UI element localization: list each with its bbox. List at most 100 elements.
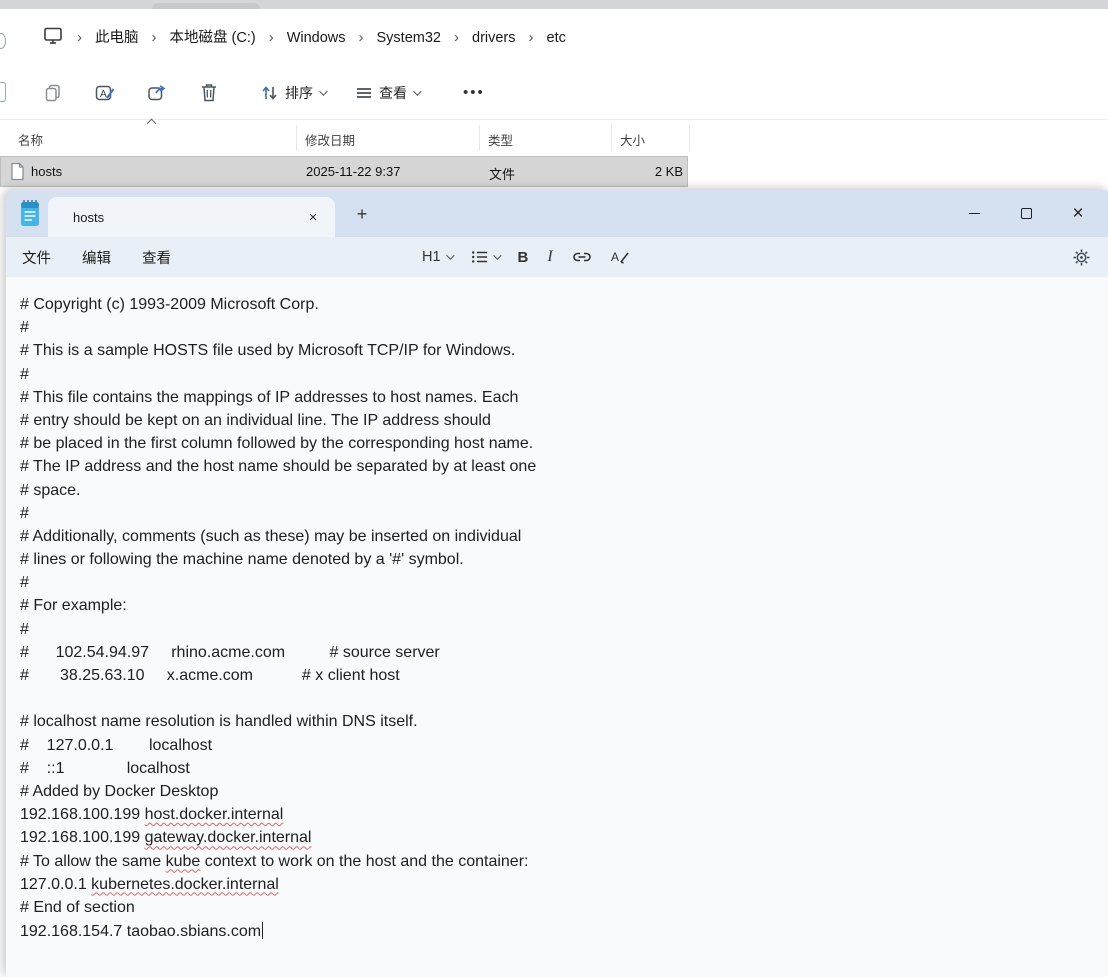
column-header-name[interactable]: 名称	[18, 130, 43, 149]
editor-line: 192.168.154.7 taobao.sbians.com	[20, 922, 1108, 945]
breadcrumb-item[interactable]: System32	[377, 30, 441, 46]
column-header-size[interactable]: 大小	[620, 130, 645, 149]
list-dropdown[interactable]	[471, 250, 502, 264]
text-caret	[262, 922, 264, 940]
copy-icon[interactable]	[36, 76, 70, 110]
file-size: 2 KB	[654, 164, 683, 179]
column-header-type[interactable]: 类型	[488, 130, 513, 149]
breadcrumb-item[interactable]: 本地磁盘 (C:)	[170, 30, 256, 46]
settings-button[interactable]	[1073, 249, 1090, 266]
address-bar: › 此电脑 › 本地磁盘 (C:) › Windows › System32 › drivers ›…	[0, 9, 1108, 63]
editor-text: # space.	[20, 481, 81, 499]
delete-icon[interactable]	[192, 76, 226, 110]
editor-text: # This file contains the mappings of IP …	[20, 388, 519, 406]
editor-text: # Copyright (c) 1993-2009 Microsoft Corp…	[20, 296, 319, 313]
editor-text: # lines or following the machine name de…	[20, 551, 464, 569]
editor-line: #	[20, 505, 1108, 528]
view-lines-icon	[357, 87, 371, 98]
editor-line: # Added by Docker Desktop	[20, 783, 1108, 806]
chevron-down-icon	[492, 251, 502, 260]
editor-text: #	[20, 319, 29, 337]
explorer-toolbar: A 排序 查看 •••	[0, 66, 1108, 120]
sort-ascending-icon	[146, 118, 157, 129]
heading-dropdown[interactable]: H1	[422, 249, 455, 265]
editor-line: # ::1 localhost	[20, 760, 1108, 783]
editor-line: # This file contains the mappings of IP …	[20, 389, 1108, 412]
editor-text: # 127.0.0.1 localhost	[20, 736, 213, 754]
maximize-icon	[1020, 208, 1032, 219]
editor-area[interactable]: # Copyright (c) 1993-2009 Microsoft Corp…	[6, 277, 1108, 977]
breadcrumb-item[interactable]: 此电脑	[95, 30, 139, 46]
editor-line: #	[20, 319, 1108, 342]
close-button[interactable]: ×	[1052, 190, 1104, 237]
notepad-app-icon	[19, 199, 41, 228]
editor-line: 192.168.100.199 gateway.docker.internal	[20, 829, 1108, 852]
sort-button[interactable]: 排序	[260, 83, 328, 103]
editor-text: # Added by Docker Desktop	[20, 782, 219, 800]
editor-text: 192.168.100.199	[20, 806, 145, 824]
breadcrumb-item[interactable]: Windows	[287, 30, 346, 46]
bold-button[interactable]: B	[518, 249, 529, 266]
this-pc-icon[interactable]	[42, 26, 64, 46]
editor-text: 127.0.0.1	[20, 875, 92, 893]
editor-text: # Additionally, comments (such as these)…	[20, 527, 522, 545]
italic-button[interactable]: I	[547, 248, 552, 266]
maximize-button[interactable]	[1000, 190, 1052, 237]
tab-close-button[interactable]: ×	[301, 205, 325, 229]
editor-line: # lines or following the machine name de…	[20, 551, 1108, 574]
heading-label: H1	[422, 249, 441, 265]
clipped-cut-icon	[0, 82, 6, 102]
chevron-down-icon	[413, 86, 422, 96]
new-tab-button[interactable]: +	[348, 200, 376, 228]
minimize-button[interactable]	[948, 190, 1000, 237]
editor-text: 192.168.154.7 taobao.sbians.com	[20, 923, 262, 941]
chevron-right-icon: ›	[268, 28, 274, 46]
link-button[interactable]	[572, 249, 592, 265]
misspelled-text: host.docker.internal	[144, 806, 284, 824]
column-divider[interactable]	[611, 125, 612, 151]
menu-编辑[interactable]: 编辑	[82, 247, 111, 268]
column-header-date[interactable]: 修改日期	[305, 130, 355, 149]
editor-line: # localhost name resolution is handled w…	[20, 713, 1108, 736]
editor-line: # entry should be kept on an individual …	[20, 412, 1108, 435]
notepad-titlebar[interactable]: hosts × + ×	[6, 190, 1108, 237]
sort-arrows-icon	[262, 85, 277, 100]
more-options-button[interactable]: •••	[463, 84, 485, 101]
share-icon[interactable]	[140, 76, 174, 110]
spellcheck-button[interactable]: A	[611, 249, 630, 266]
chevron-right-icon: ›	[358, 28, 364, 46]
notepad-tab-hosts[interactable]: hosts ×	[48, 197, 335, 237]
file-icon	[10, 162, 25, 181]
editor-line: # 38.25.63.10 x.acme.com # x client host	[20, 667, 1108, 690]
editor-line: # End of section	[20, 899, 1108, 922]
editor-line: # For example:	[20, 597, 1108, 620]
screen-top-strip	[0, 0, 1108, 9]
editor-line: # Additionally, comments (such as these)…	[20, 528, 1108, 551]
editor-line: #	[20, 621, 1108, 644]
editor-text: # 102.54.94.97 rhino.acme.com # source s…	[20, 643, 440, 661]
editor-line: # To allow the same kube context to work…	[20, 853, 1108, 876]
editor-line: # Copyright (c) 1993-2009 Microsoft Corp…	[20, 296, 1108, 319]
editor-text: # be placed in the first column followed…	[20, 435, 534, 453]
chevron-right-icon: ›	[454, 28, 459, 46]
rename-icon[interactable]: A	[88, 76, 122, 110]
editor-text: # This is a sample HOSTS file used by Mi…	[20, 342, 516, 360]
view-label: 查看	[379, 84, 407, 101]
column-divider[interactable]	[689, 125, 690, 151]
editor-text: # To allow the same	[20, 852, 166, 870]
editor-line: # be placed in the first column followed…	[20, 435, 1108, 458]
menu-items: 文件 编辑 查看	[22, 247, 202, 268]
breadcrumb-item[interactable]: drivers	[472, 30, 516, 46]
sort-label: 排序	[285, 84, 313, 101]
svg-text:A: A	[100, 89, 107, 100]
format-toolbar: H1 B I A	[422, 237, 630, 277]
column-divider[interactable]	[296, 125, 297, 151]
file-row-hosts[interactable]: hosts 2025-11-22 9:37 文件 2 KB	[0, 156, 688, 187]
column-divider[interactable]	[479, 125, 480, 151]
menu-查看[interactable]: 查看	[142, 247, 171, 268]
view-button[interactable]: 查看	[355, 83, 422, 103]
breadcrumb-item[interactable]: etc	[547, 30, 566, 46]
editor-text: #	[20, 365, 29, 383]
menu-文件[interactable]: 文件	[22, 247, 51, 268]
